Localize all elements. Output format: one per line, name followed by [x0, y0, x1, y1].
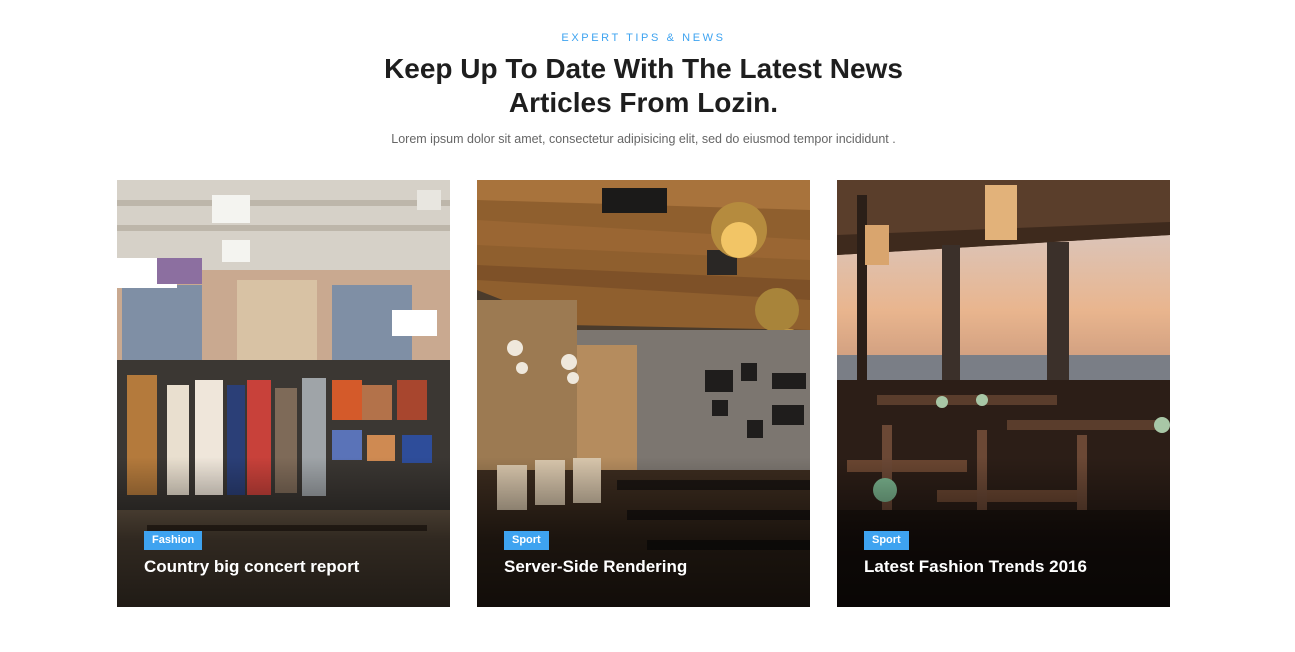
news-card-1[interactable]: Fashion Country big concert report	[117, 180, 450, 607]
category-badge[interactable]: Sport	[864, 531, 909, 550]
category-badge[interactable]: Sport	[504, 531, 549, 550]
card-title[interactable]: Latest Fashion Trends 2016	[864, 557, 1087, 577]
section-title-line2: Articles From Lozin.	[508, 87, 779, 118]
section-eyebrow: EXPERT TIPS & NEWS	[561, 32, 726, 44]
news-card-2[interactable]: Sport Server-Side Rendering	[477, 180, 810, 607]
category-badge[interactable]: Fashion	[144, 531, 203, 550]
card-title[interactable]: Country big concert report	[144, 557, 359, 577]
section-subtitle: Lorem ipsum dolor sit amet, consectetur …	[391, 132, 896, 146]
news-card-3[interactable]: Sport Latest Fashion Trends 2016	[837, 180, 1170, 607]
card-title[interactable]: Server-Side Rendering	[504, 557, 687, 577]
section-title-line1: Keep Up To Date With The Latest News	[384, 53, 903, 84]
section-title: Keep Up To Date With The Latest News Art…	[0, 52, 1287, 120]
